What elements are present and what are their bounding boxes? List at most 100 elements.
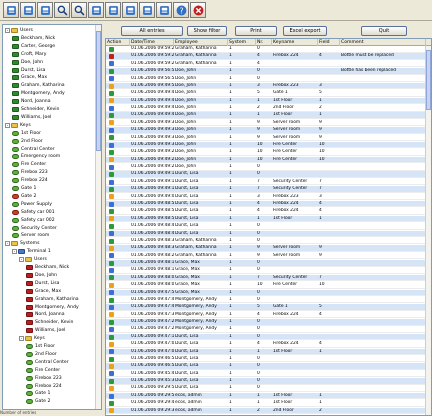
users-tool-button[interactable] bbox=[3, 2, 19, 18]
table-row[interactable]: 01.06.2006 09:48:45 Durst, Lisa 1 0 bbox=[106, 223, 431, 230]
excel-export-button[interactable]: Excel export bbox=[283, 26, 327, 36]
tree-node[interactable]: Firebox 224 bbox=[26, 383, 62, 390]
tree-node[interactable]: - Users bbox=[5, 27, 33, 34]
tree-node[interactable]: Durst, Lisa bbox=[26, 280, 60, 287]
tree-node[interactable]: Montgomery, Andy bbox=[26, 304, 79, 311]
expand-collapse-toggle[interactable]: - bbox=[5, 122, 10, 128]
tree-node[interactable]: Fire Center bbox=[12, 161, 46, 168]
tree-node[interactable]: Schneider, Kevin bbox=[26, 319, 73, 326]
tree-node[interactable]: Firebox 223 bbox=[26, 375, 62, 382]
tree-node[interactable]: Safety car 002 bbox=[12, 217, 55, 224]
table-row[interactable]: 01.06.2006 09:47:22 Montgomery, Andy 1 0 bbox=[106, 326, 431, 333]
exit-tool-button[interactable] bbox=[190, 2, 206, 18]
quit-button[interactable]: Quit bbox=[361, 26, 407, 36]
table-row[interactable]: 01.06.2006 09:49:45 Doe, John 1 5 Gate 1 5 bbox=[106, 90, 431, 97]
table-row[interactable]: 01.06.2006 09:49:31 Doe, John 1 10 Fire Cent… bbox=[106, 141, 431, 149]
table-row[interactable]: 01.06.2006 09:47:49 Montgomery, Andy 1 0 bbox=[106, 297, 431, 304]
tree-node[interactable]: Grace, Max bbox=[12, 74, 47, 81]
table-row[interactable]: 01.06.2006 09:59:20 Graham, Katharina 1 0 bbox=[106, 46, 431, 53]
table-row[interactable]: 01.06.2006 09:45:41 Durst, Lisa 1 0 bbox=[106, 371, 431, 378]
tree-node[interactable]: Gate 1 bbox=[12, 185, 36, 192]
table-row[interactable]: 01.06.2006 09:49:54 Doe, John 1 3 Firebox 22… bbox=[106, 82, 431, 90]
column-header[interactable]: Field bbox=[318, 39, 340, 46]
tree-node[interactable]: Grace, Max bbox=[26, 288, 61, 295]
tree-node[interactable]: Schneider, Kevin bbox=[12, 106, 59, 113]
grid-scrollbar[interactable] bbox=[425, 46, 431, 415]
tree-node[interactable]: Beckham, Nick bbox=[26, 264, 69, 271]
table-row[interactable]: 01.06.2006 09:48:15 Grace, Max 1 0 bbox=[106, 260, 431, 267]
table-row[interactable]: 01.06.2006 09:56:54 Doe, John 1 0 Bottle has… bbox=[106, 68, 431, 75]
table-row[interactable]: 01.06.2006 09:48:35 Graham, Katharina 1 0 bbox=[106, 238, 431, 245]
tree-node[interactable]: Server room bbox=[12, 232, 49, 239]
table-row[interactable]: 01.06.2006 09:48:29 Graham, Katharina 1 9 Se… bbox=[106, 253, 431, 260]
tree-node[interactable]: Gate 2 bbox=[26, 398, 50, 405]
systems-tool-button[interactable] bbox=[37, 2, 53, 18]
table-row[interactable]: 01.06.2006 09:29:59 Durst, Lisa 1 0 bbox=[106, 385, 431, 392]
tree-scrollbar[interactable] bbox=[95, 25, 101, 409]
table-row[interactable]: 01.06.2006 09:49:28 Doe, John 1 10 Fire Cent… bbox=[106, 149, 431, 156]
table-row[interactable]: 01.06.2006 09:48:42 Durst, Lisa 1 0 bbox=[106, 230, 431, 237]
table-row[interactable]: 01.06.2006 09:48:58 Durst, Lisa 1 4 Firebox … bbox=[106, 200, 431, 208]
table-row[interactable]: 01.06.2006 09:47:09 Durst, Lisa 1 4 Firebox … bbox=[106, 341, 431, 348]
table-row[interactable]: 01.06.2006 09:56:54 Doe, John 1 0 bbox=[106, 76, 431, 83]
tree-node[interactable]: Security Center bbox=[12, 225, 57, 232]
transfer-tool-button[interactable] bbox=[122, 2, 138, 18]
table-row[interactable]: 01.06.2006 09:49:42 Doe, John 1 2 2nd Floor 2 bbox=[106, 105, 431, 112]
list-tool-button[interactable] bbox=[139, 2, 155, 18]
table-row[interactable]: 01.06.2006 09:46:55 Durst, Lisa 1 0 bbox=[106, 363, 431, 370]
column-header[interactable]: Nr. bbox=[256, 39, 272, 46]
column-header[interactable]: Date/Time bbox=[130, 39, 174, 46]
tree-node[interactable]: Firebox 223 bbox=[12, 169, 48, 176]
tree-node[interactable]: 1st Floor bbox=[26, 343, 55, 350]
all-entries-button[interactable]: All entries bbox=[121, 26, 183, 36]
expand-collapse-toggle[interactable]: - bbox=[19, 336, 24, 342]
tree-node[interactable]: Safety car 001 bbox=[12, 209, 55, 216]
tree-node[interactable]: Firebox 224 bbox=[12, 177, 48, 184]
table-row[interactable]: 01.06.2006 09:49:07 Durst, Lisa 1 3 Firebox … bbox=[106, 194, 431, 201]
tree-node[interactable]: Nord, Joanna bbox=[12, 98, 51, 105]
column-header[interactable]: Employee bbox=[174, 39, 228, 46]
table-row[interactable]: 01.06.2006 09:48:05 Grace, Max 1 7 Security … bbox=[106, 274, 431, 282]
tree-node[interactable]: Power Supply bbox=[12, 201, 52, 208]
tree-node[interactable]: Central Center bbox=[12, 146, 55, 153]
show-filter-button[interactable]: Show filter bbox=[187, 26, 227, 36]
tree-node[interactable]: - Terminal 1 bbox=[12, 248, 51, 255]
tree-node[interactable]: Montgomery, Andy bbox=[12, 90, 65, 97]
tree-node[interactable]: - Keys bbox=[19, 335, 45, 342]
table-row[interactable]: 01.06.2006 09:49:17 Durst, Lisa 1 0 bbox=[106, 171, 431, 178]
log-tool-button[interactable] bbox=[156, 2, 172, 18]
expand-collapse-toggle[interactable]: - bbox=[5, 28, 10, 33]
table-row[interactable]: 01.06.2006 09:46:59 Durst, Lisa 1 0 bbox=[106, 356, 431, 363]
table-row[interactable]: 01.06.2006 09:48:32 Graham, Katharina 1 9 Se… bbox=[106, 245, 431, 252]
column-header[interactable]: Comment bbox=[340, 39, 426, 46]
expand-collapse-toggle[interactable]: - bbox=[12, 249, 17, 255]
tree-node[interactable]: - Systems bbox=[5, 240, 40, 247]
table-row[interactable]: 01.06.2006 09:48:11 Grace, Max 1 0 bbox=[106, 267, 431, 274]
tree-node[interactable]: Beckham, Nick bbox=[12, 35, 55, 42]
column-header[interactable]: Keyname bbox=[272, 39, 318, 46]
tree-node[interactable]: Gate 2 bbox=[12, 193, 36, 200]
search-tool-button[interactable] bbox=[54, 2, 70, 18]
table-row[interactable]: 01.06.2006 09:49:45 Doe, John 1 1 1st Floor 1 bbox=[106, 97, 431, 105]
table-row[interactable]: 01.06.2006 09:59:27 Graham, Katharina 1 4 bbox=[106, 61, 431, 68]
table-row[interactable]: 01.06.2006 09:47:27 Montgomery, Andy 1 0 bbox=[106, 319, 431, 326]
table-row[interactable]: 01.06.2006 09:29:55 ecos, admin 1 1 1st Floo… bbox=[106, 392, 431, 400]
tree-node[interactable]: 2nd Floor bbox=[12, 138, 43, 145]
table-row[interactable]: 01.06.2006 09:49:14 Durst, Lisa 1 7 Security… bbox=[106, 179, 431, 186]
expand-collapse-toggle[interactable]: - bbox=[5, 241, 10, 247]
tree-node[interactable]: Doe, John bbox=[26, 272, 57, 279]
table-row[interactable]: 01.06.2006 09:47:05 Durst, Lisa 1 1 1st Floo… bbox=[106, 348, 431, 356]
tree-scroll-thumb[interactable] bbox=[96, 31, 101, 151]
tree-node[interactable]: Nord, Joanna bbox=[26, 311, 65, 318]
table-row[interactable]: 01.06.2006 09:47:58 Grace, Max 1 0 bbox=[106, 289, 431, 297]
table-row[interactable]: 01.06.2006 09:48:52 Durst, Lisa 1 1 1st Floo… bbox=[106, 215, 431, 223]
tree-node[interactable]: Durst, Lisa bbox=[12, 67, 46, 74]
monitor-tool-button[interactable] bbox=[88, 2, 104, 18]
table-row[interactable]: 01.06.2006 09:49:37 Doe, John 1 9 Server roo… bbox=[106, 120, 431, 127]
tree-node[interactable]: Central Center bbox=[26, 359, 69, 366]
table-row[interactable]: 01.06.2006 09:49:21 Doe, John 1 0 bbox=[106, 164, 431, 171]
table-row[interactable]: 01.06.2006 09:45:38 Durst, Lisa 1 0 bbox=[106, 378, 431, 385]
table-row[interactable]: 01.06.2006 09:48:55 Durst, Lisa 1 4 Firebox … bbox=[106, 208, 431, 215]
table-row[interactable]: 01.06.2006 09:29:39 ecos, admin 1 2 2nd Floo… bbox=[106, 407, 431, 415]
table-row[interactable]: 01.06.2006 09:47:19 Durst, Lisa 1 0 bbox=[106, 333, 431, 341]
